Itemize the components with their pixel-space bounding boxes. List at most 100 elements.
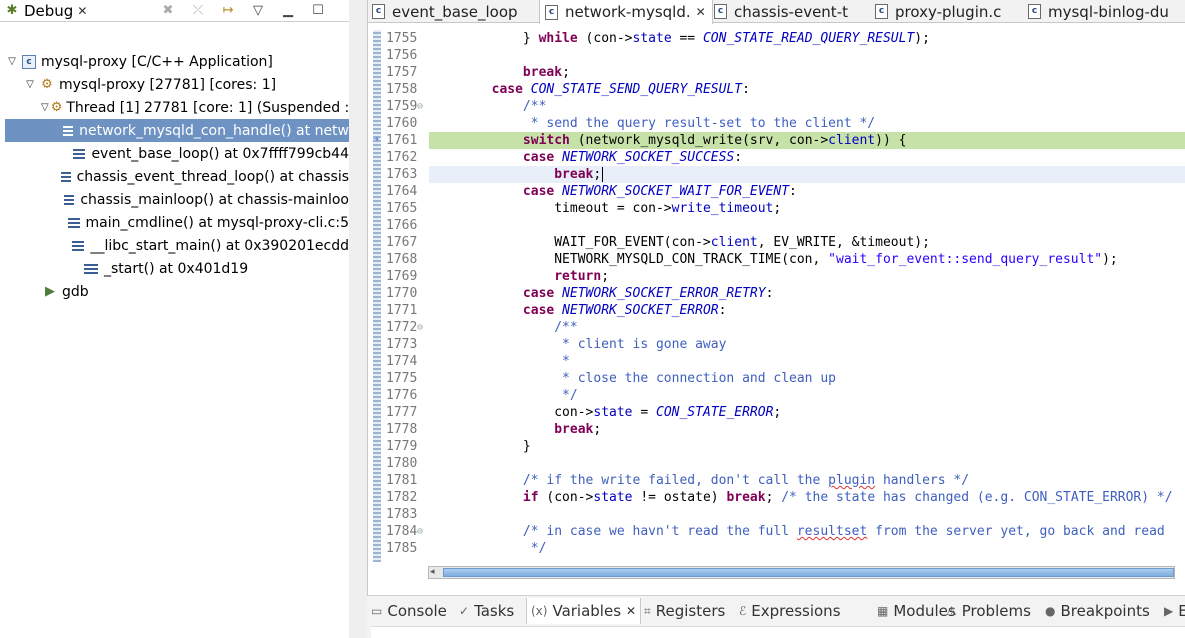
bottom-tab-label: Problems <box>961 602 1031 620</box>
bottom-tab-problems[interactable]: ⚠ Problems <box>946 598 1031 624</box>
code-line[interactable]: 1768 NETWORK_MYSQLD_CON_TRACK_TIME(con, … <box>368 251 1185 268</box>
code-line[interactable]: 1772 ⊖ /** <box>368 319 1185 336</box>
code-line[interactable]: 1774 * <box>368 353 1185 370</box>
code-text: if (con->state != ostate) break; /* the … <box>522 490 1173 505</box>
stack-frame-6[interactable]: _start() at 0x401d19 <box>0 257 349 280</box>
disconnect-icon[interactable]: ⤫ <box>190 3 206 19</box>
editor-tab-network-mysqld[interactable]: c network-mysqld. ✕ <box>539 0 713 24</box>
code-line[interactable]: 1755 } while (con->state == CON_STATE_RE… <box>368 30 1185 47</box>
stack-frame-2[interactable]: chassis_event_thread_loop() at chassis <box>0 165 349 188</box>
view-menu-chevron-down-icon[interactable]: ▽ <box>250 3 266 19</box>
bottom-tab-breakpoints[interactable]: ● Breakpoints <box>1045 598 1150 624</box>
c-file-icon: c <box>1028 4 1041 19</box>
code-line[interactable]: 1756 <box>368 47 1185 64</box>
code-editor[interactable]: 1755 } while (con->state == CON_STATE_RE… <box>368 30 1185 562</box>
code-line[interactable]: 1758 case CON_STATE_SEND_QUERY_RESULT: <box>368 81 1185 98</box>
code-text: break; <box>429 166 1185 183</box>
maximize-icon[interactable]: ☐ <box>310 3 326 19</box>
more-icon: ▶ <box>1164 604 1174 618</box>
stack-frame-5[interactable]: __libc_start_main() at 0x390201ecdd <box>0 234 349 257</box>
fold-collapse-icon[interactable]: ⊖ <box>417 523 423 540</box>
bottom-tab-tasks[interactable]: ✓ Tasks <box>459 598 514 624</box>
code-line[interactable]: 1783 <box>368 506 1185 523</box>
stack-frame-3[interactable]: chassis_mainloop() at chassis-mainloo <box>0 188 349 211</box>
expand-chevron-icon[interactable]: ▽ <box>23 79 37 90</box>
debug-view: ✱ Debug ✕ ✖ ⤫ ↦ ▽ ▁ ☐ ▽ c mysql-proxy [C… <box>0 0 349 638</box>
bottom-tab-modules[interactable]: ▦ Modules <box>877 598 956 624</box>
code-line[interactable]: 1784 ⊖ /* in case we havn't read the full… <box>368 523 1185 540</box>
tree-item-label: gdb <box>62 283 89 300</box>
editor-tab-chassis-event-t[interactable]: c chassis-event-t <box>714 0 848 23</box>
tree-item-label: Thread [1] 27781 [core: 1] (Suspended : … <box>66 99 349 116</box>
modules-icon: ▦ <box>877 604 889 618</box>
code-line[interactable]: 1782 if (con->state != ostate) break; /*… <box>368 489 1185 506</box>
bottom-tab-registers[interactable]: ⌗ Registers <box>644 598 725 624</box>
scrollbar-thumb[interactable] <box>443 568 1174 577</box>
editor-tab-event-base-loop[interactable]: c event_base_loop <box>372 0 518 23</box>
code-line[interactable]: 1778 break; <box>368 421 1185 438</box>
code-line[interactable]: 1775 * close the connection and clean up <box>368 370 1185 387</box>
tree-item-label: mysql-proxy [C/C++ Application] <box>41 53 273 70</box>
bottom-tab-label: Expressions <box>751 602 841 620</box>
code-line[interactable]: 1777 con->state = CON_STATE_ERROR; <box>368 404 1185 421</box>
tree-item-process[interactable]: ▽ ⚙ mysql-proxy [27781] [cores: 1] <box>0 73 349 96</box>
code-line[interactable]: 1765 timeout = con->write_timeout; <box>368 200 1185 217</box>
code-line[interactable]: 1781 /* if the write failed, don't call … <box>368 472 1185 489</box>
fold-collapse-icon[interactable]: ⊖ <box>417 319 423 336</box>
code-line[interactable]: 1780 <box>368 455 1185 472</box>
code-line[interactable]: 1759 ⊖ /** <box>368 98 1185 115</box>
line-number: 1783 <box>386 507 418 522</box>
remove-terminated-icon[interactable]: ✖ <box>160 3 176 19</box>
code-line[interactable]: 1776 */ <box>368 387 1185 404</box>
debug-tab[interactable]: ✱ Debug ✕ <box>0 0 95 22</box>
close-icon[interactable]: ✕ <box>696 5 706 19</box>
c-file-icon: c <box>875 4 888 19</box>
stack-frame-0[interactable]: network_mysqld_con_handle() at netw <box>5 119 349 142</box>
code-line[interactable]: 1771 case NETWORK_SOCKET_ERROR: <box>368 302 1185 319</box>
code-line[interactable]: 1762 case NETWORK_SOCKET_SUCCESS: <box>368 149 1185 166</box>
bottom-tab-console[interactable]: ▭ Console <box>371 598 447 624</box>
code-line[interactable]: 1760 * send the query result-set to the … <box>368 115 1185 132</box>
view-sash[interactable] <box>349 0 367 638</box>
code-line[interactable]: 1769 return; <box>368 268 1185 285</box>
tree-item-gdb[interactable]: ▶ gdb <box>0 280 349 303</box>
close-icon[interactable]: ✕ <box>77 4 87 18</box>
editor-tab-proxy-plugin[interactable]: c proxy-plugin.c <box>875 0 1001 23</box>
tree-item-label: mysql-proxy [27781] [cores: 1] <box>59 76 277 93</box>
expand-chevron-icon[interactable]: ▽ <box>5 56 19 67</box>
close-icon[interactable]: ✕ <box>626 604 636 618</box>
scroll-left-icon[interactable]: ◂ <box>430 567 435 577</box>
bottom-tab-e[interactable]: ▶E <box>1164 598 1185 624</box>
code-text: * client is gone away <box>429 337 727 352</box>
step-into-icon[interactable]: ↦ <box>220 3 236 19</box>
editor-tab-mysql-binlog-du[interactable]: c mysql-binlog-du <box>1028 0 1169 23</box>
code-line[interactable]: 1757 break; <box>368 64 1185 81</box>
fold-collapse-icon[interactable]: ⊖ <box>417 98 423 115</box>
horizontal-scrollbar[interactable]: ◂ <box>428 566 1175 579</box>
stack-frame-4[interactable]: main_cmdline() at mysql-proxy-cli.c:5 <box>0 211 349 234</box>
line-number: 1773 <box>386 337 418 352</box>
debug-view-header: ✱ Debug ✕ ✖ ⤫ ↦ ▽ ▁ ☐ <box>0 0 349 22</box>
line-number: 1760 <box>386 116 418 131</box>
tree-item-thread[interactable]: ▽ ⚙ Thread [1] 27781 [core: 1] (Suspende… <box>0 96 349 119</box>
editor-tabs: c event_base_loop c network-mysqld. ✕ c … <box>368 0 1185 24</box>
current-instruction-line[interactable]: 1761 ➔ switch (network_mysqld_write(srv, … <box>368 132 1185 149</box>
line-number: 1755 <box>386 31 418 46</box>
bottom-tab-expressions[interactable]: ℰ Expressions <box>739 598 841 624</box>
expand-chevron-icon[interactable]: ▽ <box>41 102 49 113</box>
code-line[interactable]: 1785 */ <box>368 540 1185 557</box>
stack-frame-1[interactable]: event_base_loop() at 0x7ffff799cb44 <box>0 142 349 165</box>
stack-frame-icon <box>62 125 74 136</box>
code-line[interactable]: 1766 <box>368 217 1185 234</box>
tree-item-app[interactable]: ▽ c mysql-proxy [C/C++ Application] <box>0 50 349 73</box>
code-text: return; <box>554 269 610 284</box>
bottom-tab-variables[interactable]: (x) Variables ✕ <box>526 598 642 624</box>
code-line[interactable]: 1764 case NETWORK_SOCKET_WAIT_FOR_EVENT: <box>368 183 1185 200</box>
code-line[interactable]: 1773 * client is gone away <box>368 336 1185 353</box>
code-line[interactable]: 1779 } <box>368 438 1185 455</box>
minimize-icon[interactable]: ▁ <box>280 3 296 19</box>
code-line[interactable]: 1767 WAIT_FOR_EVENT(con->client, EV_WRIT… <box>368 234 1185 251</box>
code-line[interactable]: 1770 case NETWORK_SOCKET_ERROR_RETRY: <box>368 285 1185 302</box>
code-line[interactable]: 1763 break; <box>368 166 1185 183</box>
